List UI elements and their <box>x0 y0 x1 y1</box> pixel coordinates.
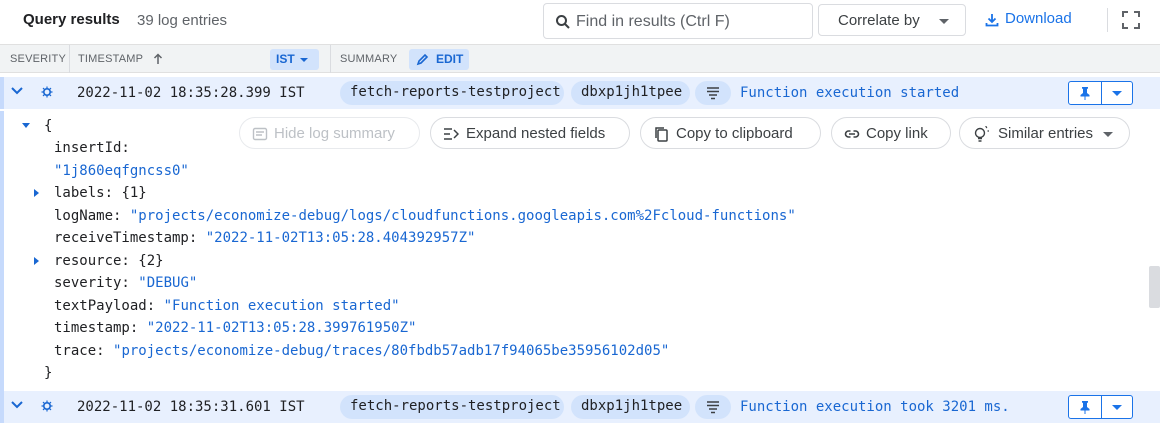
resource-chip-label: fetch-reports-testproject <box>350 84 561 100</box>
expand-nested-fields-label: Expand nested fields <box>466 125 606 142</box>
col-summary: SUMMARY <box>340 53 398 65</box>
row-timestamp: 2022-11-02 18:35:28.399 IST <box>77 85 305 101</box>
pencil-icon <box>416 53 429 66</box>
hide-log-summary-button[interactable]: Hide log summary <box>239 117 420 149</box>
column-divider <box>69 45 70 73</box>
similar-entries-label: Similar entries <box>998 125 1094 142</box>
row-summary: Function execution started <box>740 85 960 101</box>
hide-log-summary-label: Hide log summary <box>274 125 395 142</box>
results-toolbar: Query results 39 log entries Correlate b… <box>0 0 1160 44</box>
log-row[interactable]: 2022-11-02 18:35:31.601 IST fetch-report… <box>0 391 1160 423</box>
json-field-timestamp: timestamp: "2022-11-02T13:05:28.39976195… <box>54 320 417 336</box>
timezone-dropdown[interactable]: IST <box>270 49 319 70</box>
toolbar-divider <box>1107 8 1108 32</box>
text-payload-chip[interactable] <box>695 81 731 105</box>
collapse-toggle[interactable] <box>22 123 30 128</box>
search-box[interactable] <box>543 3 813 39</box>
expand-labels-toggle[interactable] <box>34 189 39 197</box>
chevron-down-icon[interactable] <box>11 87 23 95</box>
pin-icon <box>1080 87 1090 100</box>
pin-button-group <box>1068 81 1133 105</box>
debug-severity-icon <box>41 400 53 412</box>
correlate-by-label: Correlate by <box>838 12 920 29</box>
page-title: Query results <box>23 11 120 28</box>
download-icon <box>985 14 999 27</box>
row-indicator <box>0 391 4 423</box>
summary-icon <box>252 127 268 141</box>
copy-link-label: Copy link <box>866 125 928 142</box>
pin-button-group <box>1068 395 1133 419</box>
resource-chip[interactable]: fetch-reports-testproject <box>340 81 564 105</box>
text-payload-chip[interactable] <box>695 395 731 419</box>
subject-icon <box>707 401 719 414</box>
search-input[interactable] <box>576 11 806 33</box>
sort-ascending-icon[interactable] <box>153 53 163 65</box>
log-detail-panel: { Hide log summary Expand nested fields … <box>0 111 1160 391</box>
col-severity[interactable]: SEVERITY <box>10 53 66 65</box>
json-value-insertId: "1j860eqfgncss0" <box>54 163 189 179</box>
vertical-scrollbar[interactable] <box>1149 266 1160 308</box>
correlate-by-dropdown[interactable]: Correlate by <box>818 4 966 36</box>
log-row[interactable]: 2022-11-02 18:35:28.399 IST fetch-report… <box>0 77 1160 109</box>
link-icon <box>844 130 860 138</box>
execution-id-chip[interactable]: dbxp1jh1tpee <box>571 81 690 105</box>
debug-severity-icon <box>41 86 53 98</box>
row-menu-button[interactable] <box>1102 82 1132 104</box>
json-field-receiveTimestamp: receiveTimestamp: "2022-11-02T13:05:28.4… <box>54 230 476 246</box>
row-timestamp: 2022-11-02 18:35:31.601 IST <box>77 399 305 415</box>
chevron-down-icon <box>1112 91 1122 96</box>
chevron-down-icon[interactable] <box>11 401 23 409</box>
copy-icon <box>655 127 668 142</box>
json-field-textPayload: textPayload: "Function execution started… <box>54 298 400 314</box>
edit-summary-button[interactable]: EDIT <box>409 49 469 70</box>
execution-id-chip-label: dbxp1jh1tpee <box>581 84 683 100</box>
row-indicator <box>0 111 4 391</box>
lightbulb-icon <box>974 126 989 142</box>
fullscreen-icon[interactable] <box>1122 11 1140 29</box>
subject-icon <box>707 87 719 100</box>
pin-button[interactable] <box>1069 396 1102 418</box>
expand-nested-fields-button[interactable]: Expand nested fields <box>430 117 630 149</box>
similar-entries-button[interactable]: Similar entries <box>959 117 1130 149</box>
copy-to-clipboard-button[interactable]: Copy to clipboard <box>640 117 821 149</box>
row-summary: Function execution took 3201 ms. <box>740 399 1010 415</box>
json-key-labels: labels: {1} <box>54 185 147 201</box>
row-menu-button[interactable] <box>1102 396 1132 418</box>
chevron-down-icon <box>300 58 308 62</box>
pin-icon <box>1080 401 1090 414</box>
json-close-brace: } <box>44 365 53 381</box>
col-timestamp[interactable]: TIMESTAMP <box>78 53 143 65</box>
json-key-resource: resource: {2} <box>54 253 164 269</box>
chevron-down-icon <box>1103 132 1113 137</box>
edit-label: EDIT <box>436 52 464 66</box>
expand-resource-toggle[interactable] <box>34 257 39 265</box>
execution-id-chip-label: dbxp1jh1tpee <box>581 398 683 414</box>
resource-chip-label: fetch-reports-testproject <box>350 398 561 414</box>
json-field-severity: severity: "DEBUG" <box>54 275 198 291</box>
json-open-brace: { <box>44 118 53 134</box>
pin-button[interactable] <box>1069 82 1102 104</box>
json-field-logName: logName: "projects/economize-debug/logs/… <box>54 208 796 224</box>
column-header: SEVERITY TIMESTAMP IST SUMMARY EDIT <box>0 44 1160 73</box>
copy-to-clipboard-label: Copy to clipboard <box>676 125 793 142</box>
resource-chip[interactable]: fetch-reports-testproject <box>340 395 564 419</box>
expand-fields-icon <box>444 128 459 140</box>
search-icon <box>556 15 570 29</box>
copy-link-button[interactable]: Copy link <box>831 117 951 149</box>
download-label: Download <box>1005 10 1072 27</box>
timezone-label: IST <box>276 52 295 66</box>
column-divider <box>330 45 331 73</box>
chevron-down-icon <box>1112 405 1122 410</box>
json-key-insertId: insertId: <box>54 140 130 156</box>
chevron-down-icon <box>939 19 949 24</box>
entry-count: 39 log entries <box>137 12 228 29</box>
execution-id-chip[interactable]: dbxp1jh1tpee <box>571 395 690 419</box>
row-indicator <box>0 77 4 109</box>
json-field-trace: trace: "projects/economize-debug/traces/… <box>54 343 670 359</box>
